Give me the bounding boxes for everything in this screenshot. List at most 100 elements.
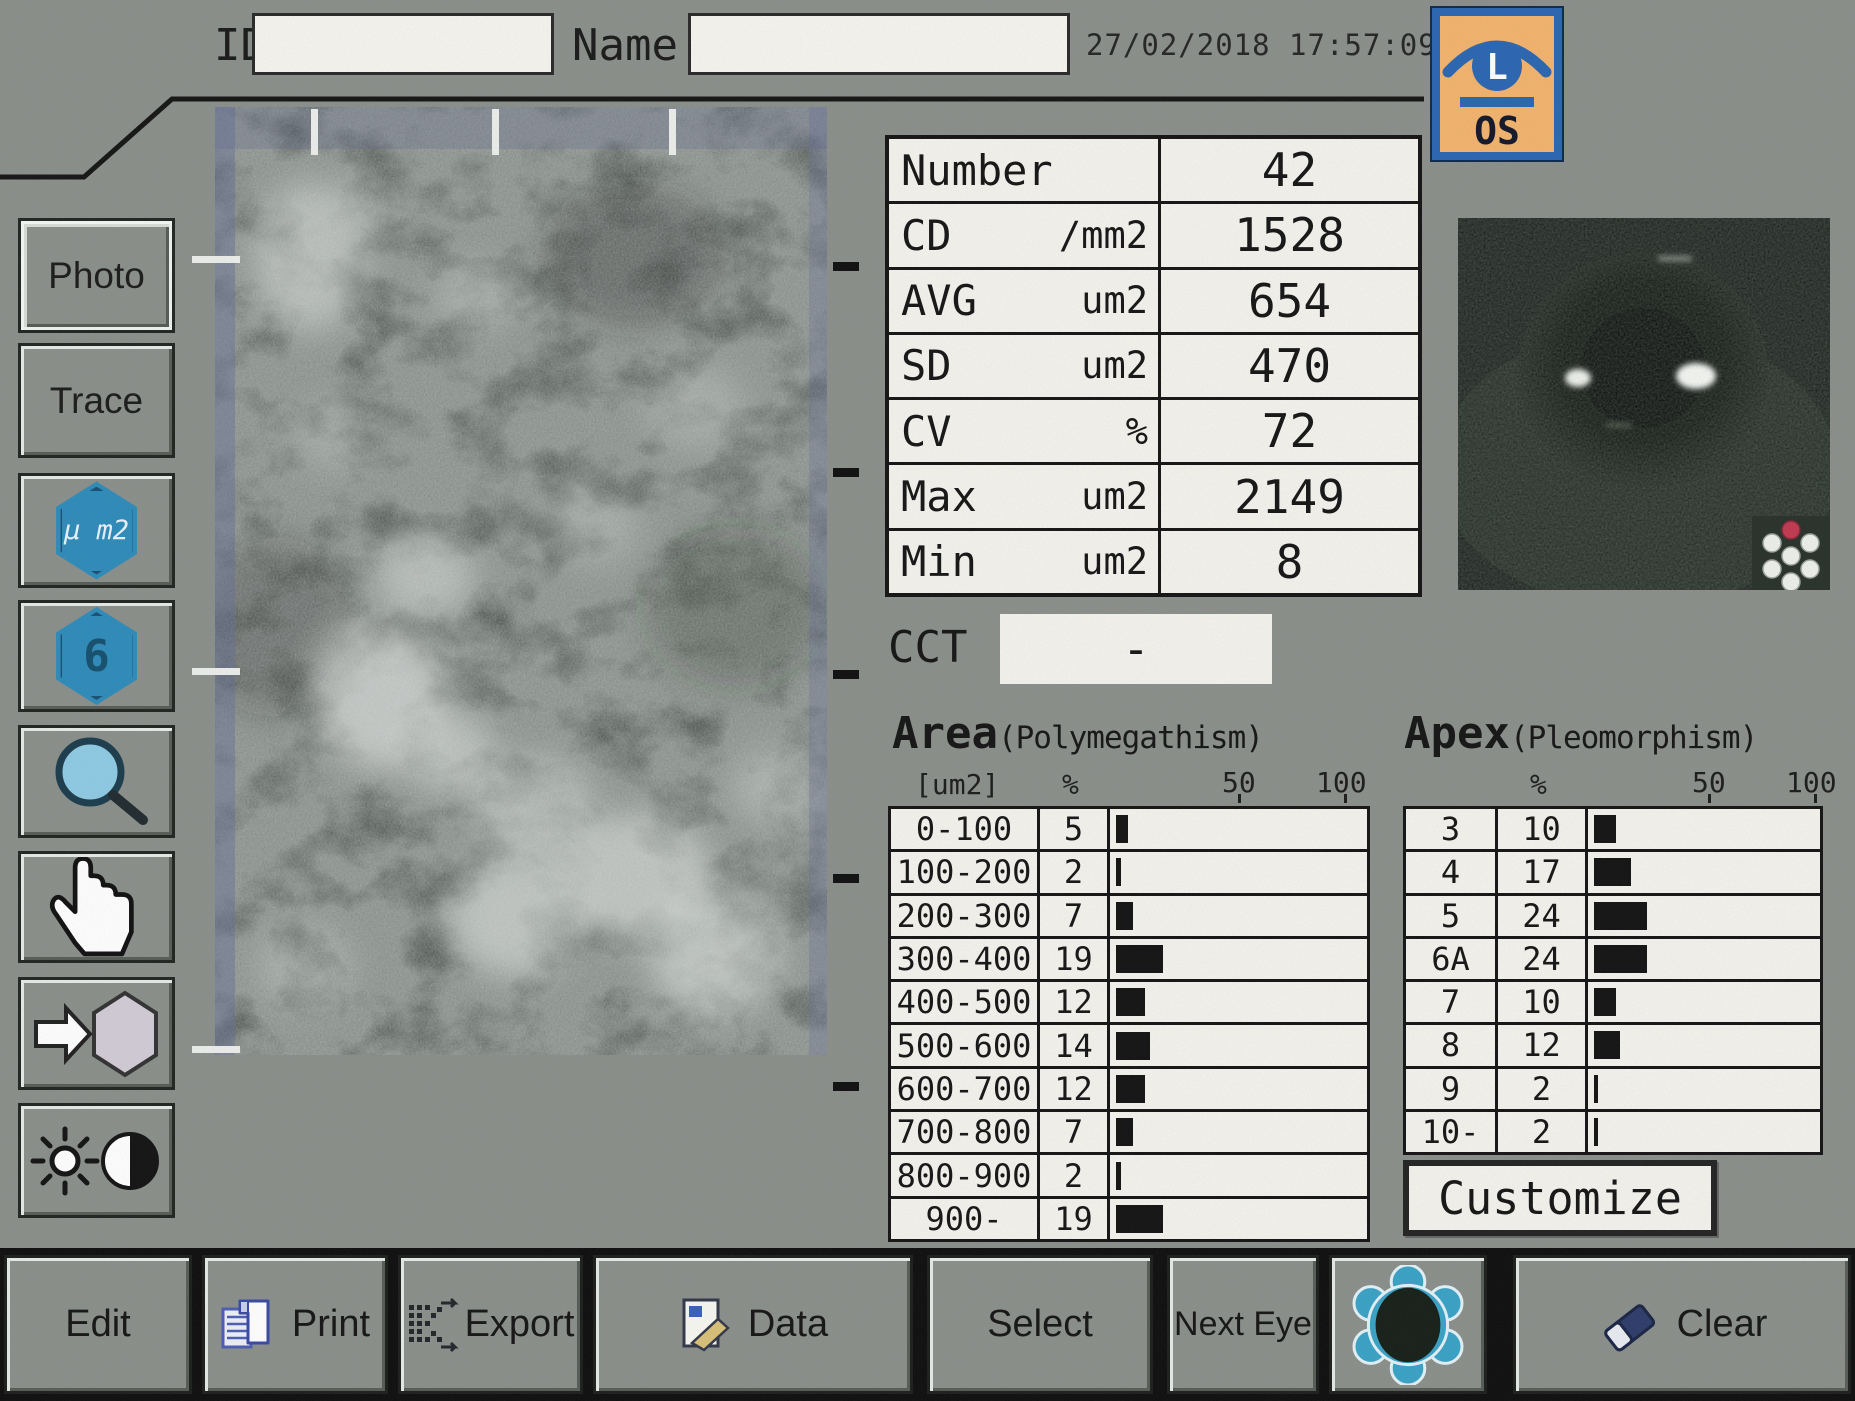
histogram-bar bbox=[1116, 1204, 1163, 1233]
histogram-category: 100-200 bbox=[891, 852, 1040, 893]
six-hexagon-icon: 6 bbox=[56, 607, 137, 705]
histogram-bar-track bbox=[1110, 809, 1367, 849]
eye-photo-thumbnail bbox=[1458, 218, 1830, 590]
histogram-bar-track bbox=[1588, 982, 1820, 1022]
stats-table: Number 42 CD/mm2 1528 AVG um2 654 SD um2 470 CV% 72… bbox=[885, 135, 1422, 597]
scale-tick bbox=[1814, 794, 1817, 803]
stats-row: Max um2 2149 bbox=[889, 462, 1418, 528]
ruler-tick-right bbox=[833, 874, 859, 883]
histogram-row: 92 bbox=[1406, 1065, 1820, 1109]
svg-text:OS: OS bbox=[1474, 109, 1520, 150]
area-table: 0-100 5 100-200 2 200-300 7 300-400 19 400-500 12… bbox=[888, 806, 1370, 1242]
histogram-category: 500-600 bbox=[891, 1025, 1040, 1066]
histogram-percent: 2 bbox=[1498, 1068, 1588, 1109]
stat-unit: um2 bbox=[1081, 540, 1148, 584]
edit-button-label: Edit bbox=[65, 1303, 131, 1345]
sidebar-item-apply-trace[interactable] bbox=[18, 977, 175, 1090]
edit-button[interactable]: Edit bbox=[4, 1255, 192, 1394]
histogram-bar-track bbox=[1110, 1069, 1367, 1109]
sidebar-item-hand-select[interactable] bbox=[18, 851, 175, 963]
histogram-row: 800-900 2 bbox=[891, 1152, 1367, 1196]
histogram-row: 400-500 12 bbox=[891, 979, 1367, 1023]
histogram-row: 100-200 2 bbox=[891, 849, 1367, 893]
histogram-bar bbox=[1594, 858, 1632, 887]
histogram-category: 800-900 bbox=[891, 1155, 1040, 1196]
data-button[interactable]: Data bbox=[593, 1255, 913, 1394]
stat-label: Number bbox=[901, 145, 1053, 195]
datetime: 27/02/2018 17:57:09 bbox=[1086, 28, 1437, 62]
name-input[interactable] bbox=[688, 13, 1070, 75]
stat-label: SD bbox=[901, 341, 952, 391]
settings-button[interactable] bbox=[1329, 1255, 1487, 1394]
hand-pointer-icon bbox=[49, 857, 134, 957]
ruler-tick-top bbox=[311, 109, 318, 155]
photo-button-label: Photo bbox=[48, 254, 145, 296]
data-button-label: Data bbox=[747, 1303, 829, 1345]
histogram-bar-track bbox=[1110, 896, 1367, 936]
histogram-bar-track bbox=[1588, 896, 1820, 936]
histogram-percent: 7 bbox=[1040, 895, 1110, 936]
histogram-category: 5 bbox=[1406, 895, 1498, 936]
select-button-label: Select bbox=[987, 1303, 1093, 1345]
histogram-percent: 17 bbox=[1498, 852, 1588, 893]
customize-button[interactable]: Customize bbox=[1403, 1160, 1717, 1236]
export-button[interactable]: Export bbox=[398, 1255, 583, 1394]
sidebar-item-photo[interactable]: Photo bbox=[18, 218, 175, 333]
sidebar-item-trace[interactable]: Trace bbox=[18, 343, 175, 458]
histogram-row: 5 24 bbox=[1406, 892, 1820, 936]
stat-unit: um2 bbox=[1081, 344, 1148, 388]
histogram-row: 0-100 5 bbox=[891, 809, 1367, 850]
sidebar-item-hexagonality[interactable]: 6 bbox=[18, 600, 175, 712]
clear-button-label: Clear bbox=[1676, 1303, 1768, 1345]
sidebar-item-brightness-contrast[interactable] bbox=[18, 1103, 175, 1218]
id-input[interactable] bbox=[252, 13, 554, 75]
stats-row: Number 42 bbox=[889, 139, 1418, 202]
histogram-percent: 7 bbox=[1040, 1112, 1110, 1153]
print-icon bbox=[221, 1299, 270, 1348]
histogram-percent: 19 bbox=[1040, 938, 1110, 980]
ruler-tick-top bbox=[669, 109, 676, 155]
stat-label: CD bbox=[901, 210, 952, 260]
histogram-bar bbox=[1594, 815, 1616, 844]
histogram-bar-track bbox=[1110, 982, 1367, 1022]
histogram-bar-track bbox=[1110, 1199, 1367, 1239]
histogram-bar-track bbox=[1110, 1112, 1367, 1152]
stats-row: AVG um2 654 bbox=[889, 266, 1418, 332]
histogram-bar-track bbox=[1110, 1025, 1367, 1065]
histogram-bar bbox=[1116, 858, 1121, 887]
svg-text:L: L bbox=[1486, 47, 1508, 88]
select-button[interactable]: Select bbox=[927, 1255, 1153, 1394]
histogram-bar bbox=[1594, 1117, 1599, 1146]
stat-value: 1528 bbox=[1234, 208, 1345, 263]
histogram-percent: 10 bbox=[1498, 982, 1588, 1023]
scale-tick bbox=[1344, 794, 1347, 803]
next-eye-button[interactable]: Next Eye bbox=[1167, 1255, 1319, 1394]
apex-table: 3 10 4 17 5 24 6A 24 7 10 8 12 9 2 10- 2 bbox=[1403, 806, 1823, 1155]
specular-microscopy-image[interactable] bbox=[215, 107, 827, 1055]
area-scale-100: 100 bbox=[1316, 766, 1367, 799]
sidebar-item-zoom[interactable] bbox=[18, 725, 175, 838]
histogram-bar-track bbox=[1110, 939, 1367, 979]
histogram-category: 600-700 bbox=[891, 1068, 1040, 1110]
apex-scale-100: 100 bbox=[1786, 766, 1837, 799]
histogram-bar bbox=[1116, 815, 1129, 844]
histogram-percent: 2 bbox=[1040, 1155, 1110, 1196]
stat-unit: um2 bbox=[1081, 475, 1148, 519]
apex-section-subtitle: (Pleomorphism) bbox=[1509, 720, 1758, 756]
histogram-bar bbox=[1594, 901, 1647, 930]
sidebar-item-cell-area[interactable]: µ m2 bbox=[18, 473, 175, 588]
clear-button[interactable]: Clear bbox=[1513, 1255, 1851, 1394]
histogram-bar-track bbox=[1588, 809, 1820, 849]
histogram-category: 7 bbox=[1406, 982, 1498, 1023]
histogram-bar bbox=[1116, 901, 1134, 930]
ruler-tick-right bbox=[833, 468, 859, 477]
histogram-bar-track bbox=[1588, 939, 1820, 979]
stat-value: 654 bbox=[1247, 273, 1332, 328]
name-label: Name bbox=[572, 20, 678, 71]
histogram-percent: 12 bbox=[1040, 1068, 1110, 1110]
print-button-label: Print bbox=[291, 1303, 371, 1345]
histogram-bar bbox=[1116, 1161, 1121, 1190]
print-button[interactable]: Print bbox=[202, 1255, 388, 1394]
apex-percent-header: % bbox=[1530, 768, 1547, 801]
gear-icon bbox=[1352, 1264, 1464, 1385]
